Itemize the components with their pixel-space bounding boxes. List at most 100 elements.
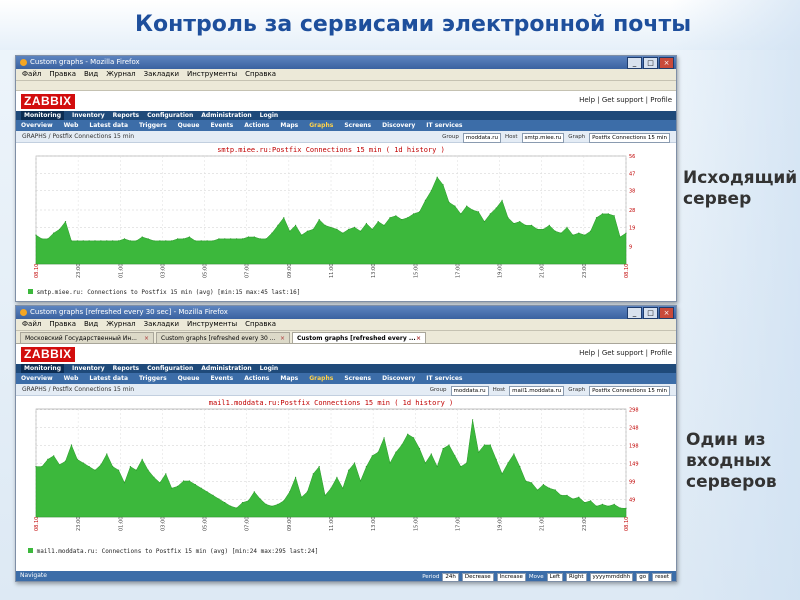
- maximize-button[interactable]: □: [643, 57, 658, 69]
- nav-inventory[interactable]: Inventory: [72, 111, 105, 120]
- menu-view[interactable]: Вид: [84, 319, 98, 330]
- tab-custom-graphs-2[interactable]: Custom graphs [refreshed every ... ×: [292, 332, 426, 343]
- graph-select[interactable]: Postfix Connections 15 min: [589, 132, 670, 143]
- menu-bookmarks[interactable]: Закладки: [144, 319, 179, 330]
- subnav-events[interactable]: Events: [210, 373, 233, 384]
- menu-edit[interactable]: Правка: [49, 319, 76, 330]
- nav-monitoring[interactable]: Monitoring: [21, 111, 64, 120]
- menu-file[interactable]: Файл: [22, 69, 41, 80]
- group-select[interactable]: moddata.ru: [450, 385, 489, 396]
- subnav-latest-data[interactable]: Latest data: [89, 120, 128, 131]
- subnav-it-services[interactable]: IT services: [426, 120, 462, 131]
- subnav-maps[interactable]: Maps: [280, 120, 298, 131]
- subnav-overview[interactable]: Overview: [21, 120, 53, 131]
- maximize-button[interactable]: □: [643, 307, 658, 319]
- subnav-discovery[interactable]: Discovery: [382, 120, 415, 131]
- move-left-button[interactable]: Left: [546, 572, 564, 581]
- nav-inventory[interactable]: Inventory: [72, 364, 105, 373]
- zabbix-top-links[interactable]: Help | Get support | Profile: [579, 349, 672, 357]
- nav-reports[interactable]: Reports: [113, 111, 140, 120]
- legend-swatch: [28, 289, 33, 294]
- zabbix-logo[interactable]: ZABBIX: [21, 94, 75, 109]
- menu-bookmarks[interactable]: Закладки: [144, 69, 179, 80]
- zabbix-logo[interactable]: ZABBIX: [21, 347, 75, 362]
- slide-title: Контроль за сервисами электронной почты: [135, 12, 692, 37]
- menu-edit[interactable]: Правка: [49, 69, 76, 80]
- subnav-screens[interactable]: Screens: [344, 120, 371, 131]
- y-tick-label: 28: [629, 208, 635, 214]
- data-point: [590, 500, 592, 502]
- subnav-triggers[interactable]: Triggers: [139, 373, 167, 384]
- menu-tools[interactable]: Инструменты: [187, 69, 237, 80]
- nav-configuration[interactable]: Configuration: [147, 364, 193, 373]
- close-button[interactable]: ×: [659, 57, 674, 69]
- tab-close-icon[interactable]: ×: [280, 333, 285, 343]
- subnav-events[interactable]: Events: [210, 120, 233, 131]
- minimize-button[interactable]: _: [627, 57, 642, 69]
- data-point: [477, 211, 480, 213]
- y-tick-label: 49: [629, 497, 635, 503]
- menu-view[interactable]: Вид: [84, 69, 98, 80]
- nav-reports[interactable]: Reports: [113, 364, 140, 373]
- host-select[interactable]: smtp.miee.ru: [521, 132, 565, 143]
- subnav-discovery[interactable]: Discovery: [382, 373, 415, 384]
- group-select[interactable]: moddata.ru: [462, 132, 501, 143]
- subnav-actions[interactable]: Actions: [244, 120, 269, 131]
- close-button[interactable]: ×: [659, 307, 674, 319]
- data-point: [230, 505, 232, 507]
- subnav-web[interactable]: Web: [64, 120, 79, 131]
- host-select[interactable]: mail1.moddata.ru: [509, 385, 565, 396]
- move-right-button[interactable]: Right: [566, 572, 587, 581]
- nav-monitoring[interactable]: Monitoring: [21, 364, 64, 373]
- date-input[interactable]: yyyymmddhh: [589, 572, 634, 581]
- host-label: Host: [492, 387, 506, 393]
- nav-administration[interactable]: Administration: [201, 364, 251, 373]
- subnav-it-services[interactable]: IT services: [426, 373, 462, 384]
- data-point: [41, 466, 43, 468]
- subnav-actions[interactable]: Actions: [244, 373, 269, 384]
- period-select[interactable]: 24h: [442, 572, 459, 581]
- x-tick-label: 09:00: [287, 517, 293, 531]
- zabbix-top-links[interactable]: Help | Get support | Profile: [579, 96, 672, 104]
- data-point: [590, 230, 592, 232]
- tab-close-icon[interactable]: ×: [144, 333, 149, 343]
- subnav-graphs[interactable]: Graphs: [309, 373, 333, 384]
- subnav-latest-data[interactable]: Latest data: [89, 373, 128, 384]
- tab-custom-graphs-1[interactable]: Custom graphs [refreshed every 30 ... ×: [156, 332, 290, 343]
- increase-button[interactable]: Increase: [496, 572, 526, 581]
- data-point: [418, 211, 421, 213]
- graph-select[interactable]: Postfix Connections 15 min: [589, 385, 670, 396]
- tab-close-icon[interactable]: ×: [416, 333, 421, 343]
- zabbix-primary-nav: Monitoring Inventory Reports Configuration A…: [16, 111, 676, 120]
- nav-configuration[interactable]: Configuration: [147, 111, 193, 120]
- reset-button[interactable]: reset: [652, 572, 672, 581]
- menu-history[interactable]: Журнал: [106, 319, 135, 330]
- data-point: [607, 505, 609, 507]
- data-point: [513, 222, 515, 225]
- subnav-web[interactable]: Web: [64, 373, 79, 384]
- subnav-screens[interactable]: Screens: [344, 373, 371, 384]
- subnav-queue[interactable]: Queue: [178, 120, 200, 131]
- menu-file[interactable]: Файл: [22, 319, 41, 330]
- subnav-triggers[interactable]: Triggers: [139, 120, 167, 131]
- data-point: [354, 462, 356, 464]
- data-point: [141, 236, 143, 238]
- subnav-queue[interactable]: Queue: [178, 373, 200, 384]
- subnav-graphs[interactable]: Graphs: [309, 120, 333, 131]
- menu-tools[interactable]: Инструменты: [187, 319, 237, 330]
- data-point: [147, 238, 149, 240]
- nav-login[interactable]: Login: [260, 364, 279, 373]
- nav-login[interactable]: Login: [260, 111, 279, 120]
- decrease-button[interactable]: Decrease: [461, 572, 494, 581]
- data-point: [188, 480, 190, 482]
- nav-administration[interactable]: Administration: [201, 111, 251, 120]
- subnav-overview[interactable]: Overview: [21, 373, 53, 384]
- data-point: [283, 500, 285, 502]
- menu-help[interactable]: Справка: [245, 319, 276, 330]
- minimize-button[interactable]: _: [627, 307, 642, 319]
- subnav-maps[interactable]: Maps: [280, 373, 298, 384]
- go-button[interactable]: go: [636, 572, 650, 581]
- tab-university[interactable]: Московский Государственный Ин... ×: [20, 332, 154, 343]
- menu-history[interactable]: Журнал: [106, 69, 135, 80]
- menu-help[interactable]: Справка: [245, 69, 276, 80]
